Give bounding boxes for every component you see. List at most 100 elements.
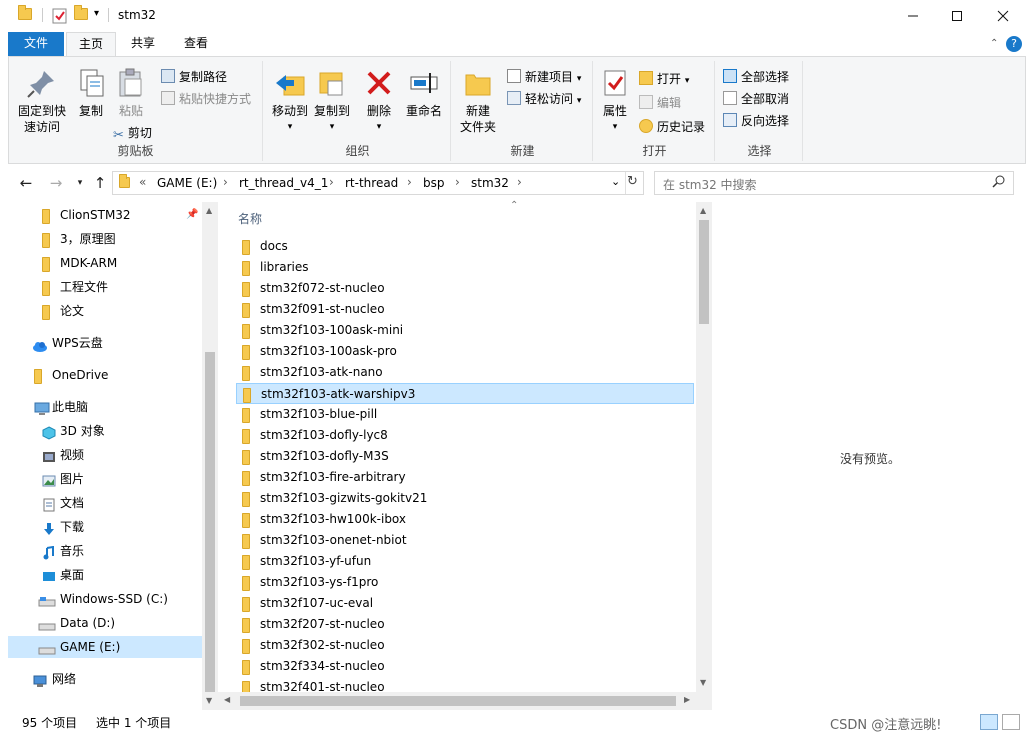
history-button[interactable]: 历史记录 <box>639 117 705 137</box>
crumb-game[interactable]: GAME (E:) <box>157 176 217 190</box>
list-item[interactable]: docs <box>236 236 694 257</box>
nav-scrollbar[interactable]: ▲ ▼ <box>202 202 218 710</box>
rename-button[interactable]: 重命名 <box>401 67 447 119</box>
maximize-button[interactable] <box>934 0 980 32</box>
scroll-up-arrow-icon[interactable]: ▲ <box>700 206 706 215</box>
list-item[interactable]: stm32f103-fire-arbitrary <box>236 467 694 488</box>
list-item[interactable]: stm32f207-st-nucleo <box>236 614 694 635</box>
large-icons-view-button[interactable] <box>1002 714 1020 730</box>
list-item[interactable]: stm32f103-dofly-lyc8 <box>236 425 694 446</box>
address-overflow[interactable]: « <box>139 175 146 189</box>
list-item[interactable]: stm32f103-ys-f1pro <box>236 572 694 593</box>
list-item[interactable]: stm32f334-st-nucleo <box>236 656 694 677</box>
cut-button[interactable]: ✂ 剪切 <box>113 123 152 143</box>
list-item[interactable]: libraries <box>236 257 694 278</box>
crumb-stm32[interactable]: stm32 <box>471 176 509 190</box>
nav-item-drive-c[interactable]: Windows-SSD (C:) <box>8 588 202 610</box>
crumb-separator[interactable]: › <box>329 175 334 189</box>
back-button[interactable]: ← <box>16 174 36 192</box>
file-scroll-thumb[interactable] <box>699 220 709 324</box>
scroll-up-arrow-icon[interactable]: ▲ <box>206 206 212 215</box>
nav-item-schematic[interactable]: 3，原理图 <box>8 228 202 250</box>
list-item[interactable]: stm32f103-blue-pill <box>236 404 694 425</box>
crumb-rt-thread[interactable]: rt-thread <box>345 176 398 190</box>
list-item[interactable]: stm32f091-st-nucleo <box>236 299 694 320</box>
refresh-icon[interactable]: ↻ <box>627 174 638 189</box>
list-item[interactable]: stm32f103-gizwits-gokitv21 <box>236 488 694 509</box>
pin-icon[interactable]: 📌 <box>186 204 198 226</box>
search-icon[interactable] <box>992 175 1005 191</box>
nav-item-wps-cloud[interactable]: WPS云盘 <box>8 332 202 354</box>
up-button[interactable]: ↑ <box>90 174 110 192</box>
nav-item-videos[interactable]: 视频 <box>8 444 202 466</box>
crumb-separator[interactable]: › <box>455 175 460 189</box>
list-item[interactable]: stm32f103-dofly-M3S <box>236 446 694 467</box>
crumb-bsp[interactable]: bsp <box>423 176 445 190</box>
file-horizontal-scrollbar[interactable]: ◀ ▶ <box>218 692 712 710</box>
paste-shortcut-button[interactable]: 粘贴快捷方式 <box>161 89 251 109</box>
nav-item-drive-e[interactable]: GAME (E:) <box>8 636 202 658</box>
tab-view[interactable]: 查看 <box>170 32 222 56</box>
nav-item-downloads[interactable]: 下载 <box>8 516 202 538</box>
copy-path-button[interactable]: 复制路径 <box>161 67 227 87</box>
new-folder-button[interactable]: 新建 文件夹 <box>455 67 501 135</box>
nav-item-pictures[interactable]: 图片 <box>8 468 202 490</box>
address-dropdown-icon[interactable]: ⌄ <box>611 175 620 188</box>
new-folder-quick-icon[interactable] <box>74 5 90 24</box>
nav-item-documents[interactable]: 文档 <box>8 492 202 514</box>
invert-selection-button[interactable]: 反向选择 <box>723 111 789 131</box>
nav-item-3d-objects[interactable]: 3D 对象 <box>8 420 202 442</box>
nav-item-project-files[interactable]: 工程文件 <box>8 276 202 298</box>
edit-button[interactable]: 编辑 <box>639 93 681 113</box>
help-icon[interactable]: ? <box>1006 36 1022 52</box>
list-item[interactable]: stm32f103-atk-nano <box>236 362 694 383</box>
crumb-separator[interactable]: › <box>223 175 228 189</box>
scroll-down-arrow-icon[interactable]: ▼ <box>206 696 212 705</box>
select-all-button[interactable]: 全部选择 <box>723 67 789 87</box>
nav-item-mdk-arm[interactable]: MDK-ARM <box>8 252 202 274</box>
properties-button[interactable]: 属性 ▾ <box>597 67 633 135</box>
list-item[interactable]: stm32f103-atk-warshipv3 <box>236 383 694 404</box>
crumb-separator[interactable]: › <box>517 175 522 189</box>
tab-share[interactable]: 共享 <box>120 32 166 56</box>
search-box[interactable]: 在 stm32 中搜索 <box>654 171 1014 195</box>
column-header-name[interactable]: 名称 <box>238 210 262 227</box>
select-none-button[interactable]: 全部取消 <box>723 89 789 109</box>
properties-check-icon[interactable] <box>52 8 68 24</box>
easy-access-button[interactable]: 轻松访问 ▾ <box>507 89 581 109</box>
nav-item-drive-d[interactable]: Data (D:) <box>8 612 202 634</box>
recent-locations-icon[interactable]: ▾ <box>70 174 90 192</box>
scroll-left-arrow-icon[interactable]: ◀ <box>224 695 230 704</box>
list-item[interactable]: stm32f103-yf-ufun <box>236 551 694 572</box>
tab-file[interactable]: 文件 <box>8 32 64 56</box>
list-item[interactable]: stm32f103-100ask-mini <box>236 320 694 341</box>
forward-button[interactable]: → <box>46 174 66 192</box>
list-item[interactable]: stm32f103-100ask-pro <box>236 341 694 362</box>
new-item-button[interactable]: 新建项目 ▾ <box>507 67 581 87</box>
copy-to-button[interactable]: 复制到 ▾ <box>311 67 353 135</box>
close-button[interactable] <box>980 0 1026 32</box>
details-view-button[interactable] <box>980 714 998 730</box>
nav-item-onedrive[interactable]: OneDrive <box>8 364 202 386</box>
list-item[interactable]: stm32f302-st-nucleo <box>236 635 694 656</box>
file-vertical-scrollbar[interactable]: ▲ ▼ <box>696 202 712 692</box>
crumb-rt-thread-v4[interactable]: rt_thread_v4_1 <box>239 176 328 190</box>
move-to-button[interactable]: 移动到 ▾ <box>269 67 311 135</box>
horizontal-scroll-thumb[interactable] <box>240 696 676 706</box>
minimize-button[interactable] <box>890 0 936 32</box>
pin-quick-access-button[interactable]: 固定到快 速访问 <box>13 67 71 135</box>
nav-item-this-pc[interactable]: 此电脑 <box>8 396 202 418</box>
open-button[interactable]: 打开 ▾ <box>639 69 689 89</box>
nav-item-clionstm32[interactable]: ClionSTM32 📌 <box>8 204 202 226</box>
list-item[interactable]: stm32f103-hw100k-ibox <box>236 509 694 530</box>
nav-item-music[interactable]: 音乐 <box>8 540 202 562</box>
scroll-down-arrow-icon[interactable]: ▼ <box>700 678 706 687</box>
nav-item-desktop[interactable]: 桌面 <box>8 564 202 586</box>
scroll-right-arrow-icon[interactable]: ▶ <box>684 695 690 704</box>
crumb-separator[interactable]: › <box>407 175 412 189</box>
paste-button[interactable]: 粘贴 <box>111 67 151 119</box>
collapse-ribbon-icon[interactable]: ⌃ <box>990 38 998 49</box>
address-bar[interactable]: « GAME (E:) › rt_thread_v4_1 › rt-thread… <box>112 171 644 195</box>
tab-home[interactable]: 主页 <box>66 32 116 56</box>
delete-button[interactable]: 删除 ▾ <box>361 67 397 135</box>
